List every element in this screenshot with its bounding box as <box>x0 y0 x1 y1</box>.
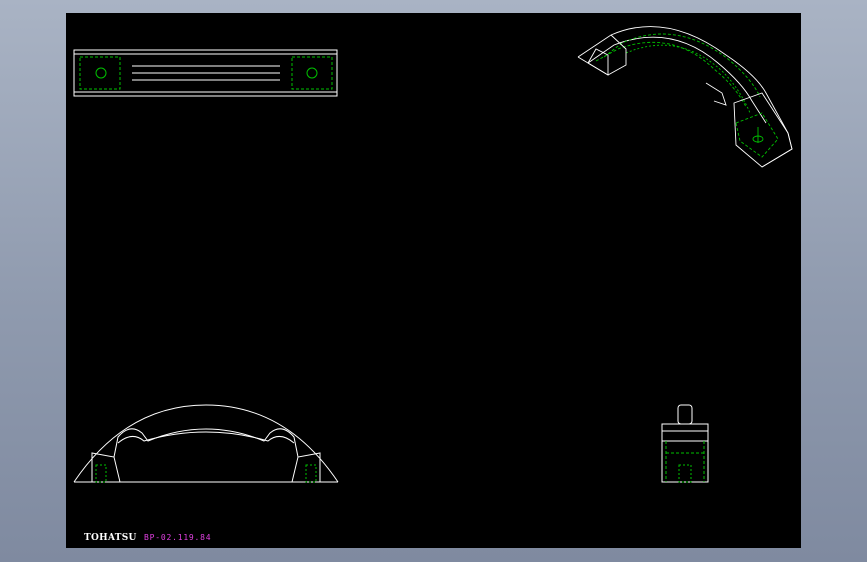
iso-mid-notch <box>705 82 727 106</box>
iso-hidden-arc-2 <box>603 33 761 98</box>
side-pocket <box>678 464 692 483</box>
top-view-right-pad <box>291 56 333 90</box>
front-inner-profile-2 <box>117 431 295 444</box>
isometric-view <box>577 26 793 168</box>
iso-hidden-arc-3 <box>625 44 751 114</box>
front-inner-profile <box>113 428 299 458</box>
front-view <box>73 404 339 483</box>
side-view <box>661 404 709 483</box>
front-left-pocket <box>95 464 107 483</box>
drawing-sheet: TOHATSU BP-02.119.84 <box>66 13 801 548</box>
top-view <box>73 49 338 97</box>
company-logo: TOHATSU <box>84 533 137 543</box>
cad-drawing <box>73 26 793 483</box>
side-boss <box>677 404 693 425</box>
front-right-pocket <box>305 464 317 483</box>
left-bolt-hole <box>95 67 107 79</box>
top-view-left-pad <box>79 56 121 90</box>
drawing-number: BP-02.119.84 <box>144 533 212 542</box>
side-top-lip <box>661 430 709 442</box>
front-outer-arc <box>73 404 339 483</box>
iso-inner-arc <box>587 36 767 124</box>
right-bolt-hole <box>306 67 318 79</box>
iso-left-block-face <box>587 48 609 76</box>
